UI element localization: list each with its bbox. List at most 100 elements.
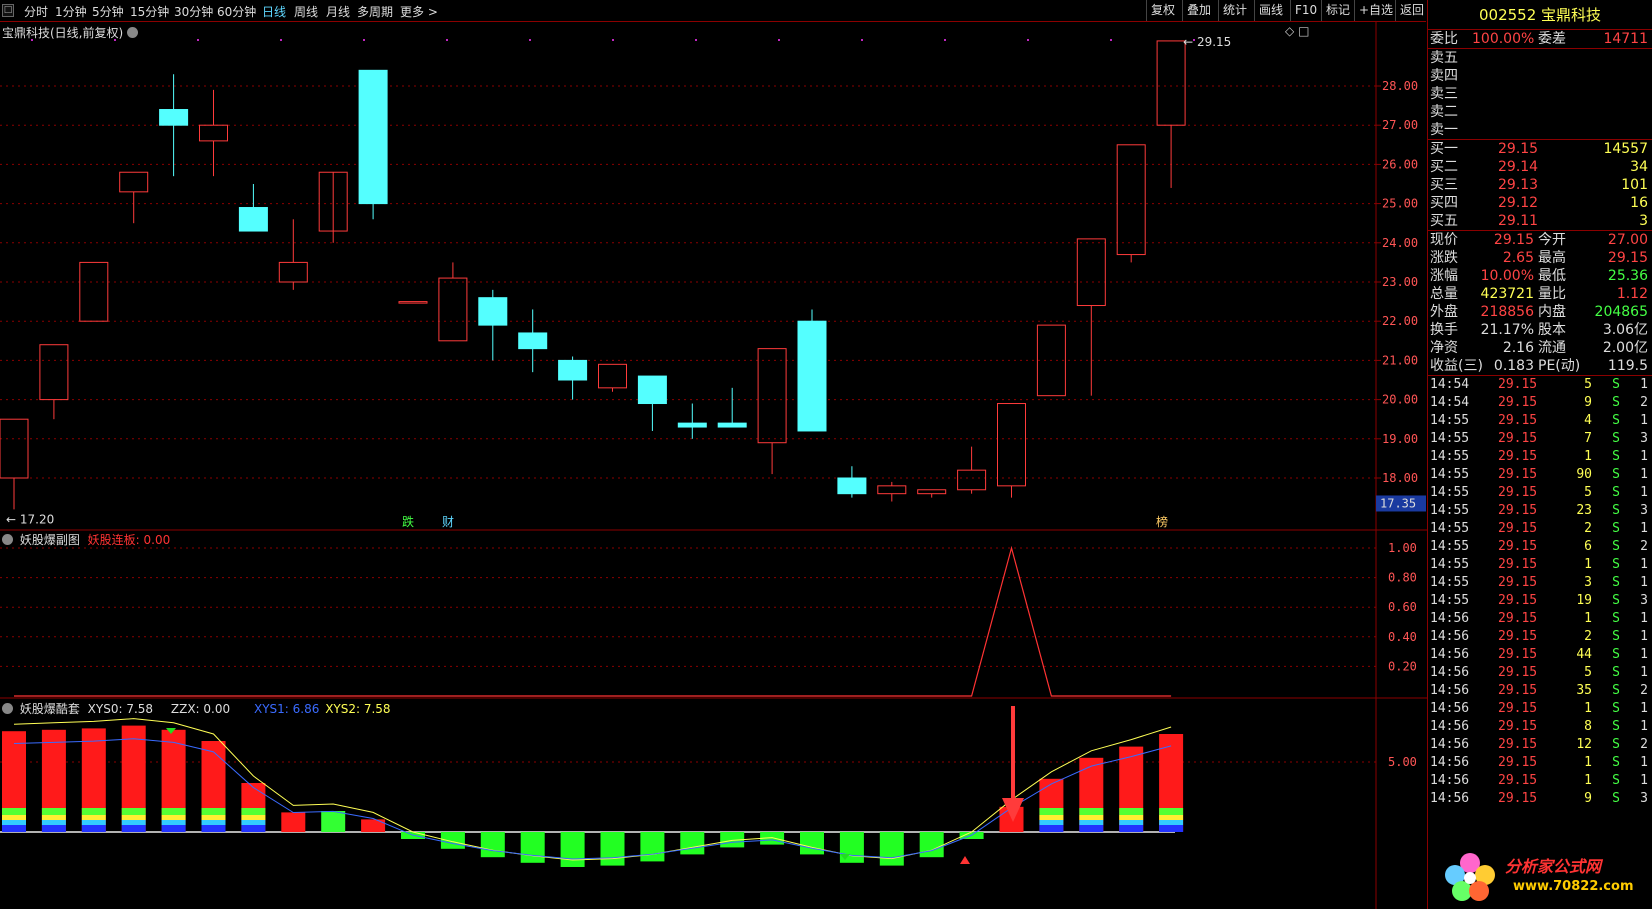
toolbar-button-7[interactable]: 返回 [1395,0,1428,21]
diamond-icon[interactable]: ◇ [1285,24,1294,38]
sub1-line [14,545,1172,697]
tick-volume: 2 [1584,629,1592,644]
tick-count: 3 [1640,791,1648,806]
candle-body [119,171,149,193]
signal-dot [529,39,531,41]
stat-value: 3.06亿 [1602,322,1648,338]
stat-label: 最高 [1538,250,1566,266]
tick-row: 14:56 29.15 1 S 1 [1428,772,1652,790]
toolbar-button-1[interactable]: 叠加 [1182,0,1215,21]
tick-count: 1 [1640,647,1648,662]
period-tab-1[interactable]: 1分钟 [55,3,87,20]
tick-price: 29.15 [1498,449,1538,464]
stat-value: 10.00% [1480,268,1534,284]
tick-side: S [1612,629,1620,644]
tick-count: 1 [1640,413,1648,428]
period-tab-7[interactable]: 周线 [294,3,318,20]
signal-dot [861,39,863,41]
tick-volume: 9 [1584,395,1592,410]
tick-row: 14:55 29.15 7 S 3 [1428,430,1652,448]
stat-value: 2.65 [1502,250,1534,266]
tick-row: 14:56 29.15 2 S 1 [1428,628,1652,646]
tick-price: 29.15 [1498,557,1538,572]
candle-body [159,109,189,126]
sub2-name: 妖股爆酷套 [19,702,80,716]
tick-time: 14:55 [1430,503,1470,518]
period-tab-8[interactable]: 月线 [326,3,350,20]
tick-count: 1 [1640,755,1648,770]
bid-price: 29.14 [1498,159,1539,175]
tick-volume: 7 [1584,431,1592,446]
toolbar-button-4[interactable]: F10 [1290,0,1321,21]
bid-price: 29.15 [1498,141,1539,157]
period-tab-10[interactable]: 更多 > [400,3,438,20]
price-tick-label: 23.00 [1382,275,1418,289]
sub1-tick-label: 0.60 [1388,600,1417,614]
tick-time: 14:56 [1430,755,1470,770]
bid-label: 买三 [1430,177,1458,193]
sub2-bar-stripe [2,815,26,820]
toolbar-button-5[interactable]: 标记 [1321,0,1354,21]
tick-price: 29.15 [1498,593,1538,608]
tick-side: S [1612,539,1620,554]
ask-label: 卖一 [1430,122,1458,138]
toolbar-button-2[interactable]: 统计 [1218,0,1251,21]
tick-time: 14:55 [1430,521,1470,536]
tick-time: 14:54 [1430,395,1470,410]
sub2-bar-stripe [201,815,226,820]
sub2-bar-stripe [1159,815,1184,820]
tick-volume: 5 [1584,377,1592,392]
tick-count: 2 [1640,683,1648,698]
period-tab-5[interactable]: 60分钟 [217,3,256,20]
stat-value: 2.16 [1502,340,1534,356]
sub2-bar [560,832,585,867]
stat-label: 内盘 [1538,304,1566,320]
tick-price: 29.15 [1498,647,1538,662]
stat-value: 423721 [1480,286,1534,302]
tick-side: S [1612,449,1620,464]
period-tab-6[interactable]: 日线 [262,3,286,20]
sub1-tick-label: 1.00 [1388,541,1417,555]
sub2-bar [640,832,665,862]
sub2-bar-stripe [201,825,226,832]
stat-label: 今开 [1538,232,1566,248]
chart-area[interactable]: 28.00 27.00 26.00 25.00 24.00 23.00 22.00 21.00… [0,22,1427,909]
tick-row: 14:55 29.15 90 S 1 [1428,466,1652,484]
sub2-xys2: XYS2: 7.58 [325,702,391,716]
sub2-tick-label: 5.00 [1388,755,1417,769]
tick-time: 14:55 [1430,575,1470,590]
tick-row: 14:56 29.15 8 S 1 [1428,718,1652,736]
tick-count: 1 [1640,575,1648,590]
sub1-options-icon[interactable] [2,534,13,545]
tick-list: 14:54 29.15 5 S 1 14:54 29.15 9 S 2 14:55 29.15 4 S 1 1… [1428,375,1652,808]
tick-price: 29.15 [1498,485,1538,500]
tick-count: 3 [1640,431,1648,446]
tick-price: 29.15 [1498,791,1538,806]
sub2-bar-stripe [121,820,146,825]
bid-row: 买二 29.14 34 [1428,158,1652,176]
sub2-bar-stripe [1039,808,1064,815]
chart-options-icon[interactable] [127,27,139,38]
tick-time: 14:56 [1430,773,1470,788]
tick-price: 29.15 [1498,503,1538,518]
weibi-row: 委比 100.00% 委差 14711 [1428,30,1652,48]
toolbar-button-3[interactable]: 画线 [1254,0,1287,21]
window-icon[interactable]: □ [1298,24,1309,38]
tick-side: S [1612,395,1620,410]
candle-body [558,359,588,381]
toolbar-button-6[interactable]: +自选 [1354,0,1397,21]
sub2-options-icon[interactable] [2,703,13,714]
candle-body [1116,144,1146,256]
period-tab-4[interactable]: 30分钟 [174,3,213,20]
period-tab-9[interactable]: 多周期 [357,3,393,20]
sub2-bar-stripe [1159,825,1184,832]
panel-toggle-icon[interactable]: □ [2,4,14,17]
candle-body [717,422,747,428]
period-tab-3[interactable]: 15分钟 [130,3,169,20]
period-tab-0[interactable]: 分时 [24,3,48,20]
sub2-bar [600,832,625,866]
sub2-bar-stripe [2,820,26,825]
toolbar-button-0[interactable]: 复权 [1146,0,1179,21]
period-tab-2[interactable]: 5分钟 [92,3,124,20]
tick-count: 3 [1640,593,1648,608]
